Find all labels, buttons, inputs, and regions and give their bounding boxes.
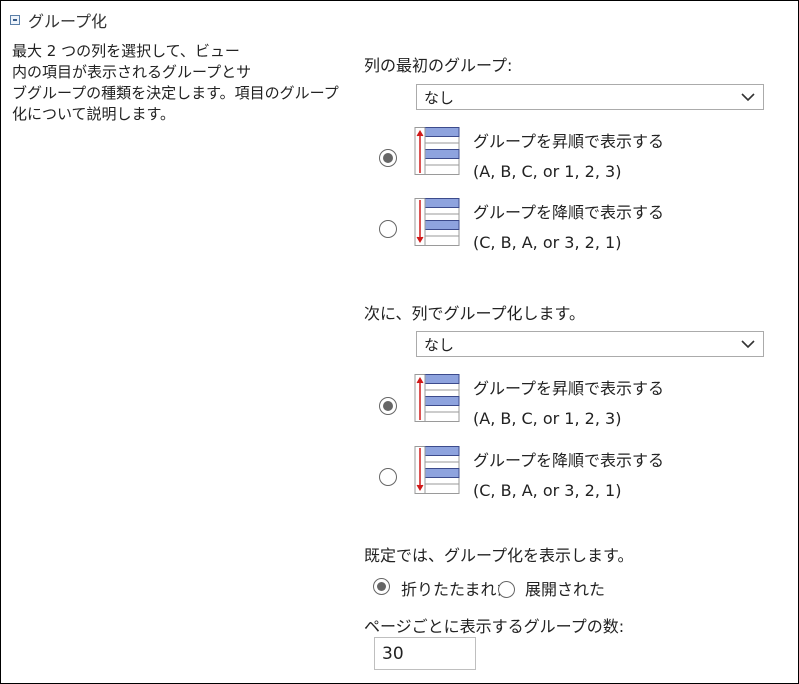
collapsed-label: 折りたたまれた (401, 580, 513, 599)
first-group-ascending-title: グループを昇順で表示する (473, 132, 665, 151)
section-title: グループ化 (28, 12, 108, 31)
collapsed-radio[interactable] (373, 578, 390, 595)
second-group-descending-subtitle: (C, B, A, or 3, 2, 1) (473, 481, 622, 500)
second-group-select-value: なし (424, 335, 455, 354)
first-group-descending-subtitle: (C, B, A, or 3, 2, 1) (473, 233, 622, 252)
first-group-descending-title: グループを降順で表示する (473, 203, 665, 222)
first-group-ascending-subtitle: (A, B, C, or 1, 2, 3) (473, 162, 622, 181)
groups-per-page-label: ページごとに表示するグループの数: (364, 617, 625, 636)
description-line: ブグループの種類を決定します。項目のグループ (12, 84, 339, 102)
second-group-ascending-radio[interactable] (379, 397, 397, 415)
expanded-label: 展開された (525, 580, 606, 599)
description-line: 内の項目が表示されるグループとサ (12, 63, 252, 81)
second-group-ascending-subtitle: (A, B, C, or 1, 2, 3) (473, 409, 622, 428)
expanded-radio[interactable] (498, 581, 515, 598)
second-group-descending-radio[interactable] (379, 468, 397, 486)
sort-ascending-icon (414, 374, 460, 422)
second-group-select[interactable]: なし (416, 331, 764, 357)
default-display-label: 既定では、グループ化を表示します。 (364, 546, 634, 565)
sort-descending-icon (414, 198, 460, 246)
collapse-icon[interactable] (10, 15, 20, 25)
second-group-ascending-title: グループを昇順で表示する (473, 379, 665, 398)
description-line: 化について説明します。 (12, 105, 176, 123)
first-group-label: 列の最初のグループ: (364, 56, 513, 75)
first-group-descending-radio[interactable] (379, 220, 397, 238)
first-group-select[interactable]: なし (416, 84, 764, 110)
groups-per-page-input[interactable]: 30 (374, 637, 476, 670)
first-group-ascending-radio[interactable] (379, 149, 397, 167)
groups-per-page-value: 30 (382, 643, 404, 664)
chevron-down-icon (741, 340, 755, 349)
description-line: 最大 2 つの列を選択して、ビュー (12, 42, 240, 60)
sort-descending-icon (414, 446, 460, 494)
section-header[interactable]: グループ化 (10, 9, 107, 31)
first-group-select-value: なし (424, 88, 455, 107)
second-group-label: 次に、列でグループ化します。 (364, 304, 585, 323)
chevron-down-icon (741, 93, 755, 102)
section-description: 最大 2 つの列を選択して、ビュー 内の項目が表示されるグループとサ ブグループ… (12, 41, 357, 125)
second-group-descending-title: グループを降順で表示する (473, 451, 665, 470)
sort-ascending-icon (414, 127, 460, 175)
